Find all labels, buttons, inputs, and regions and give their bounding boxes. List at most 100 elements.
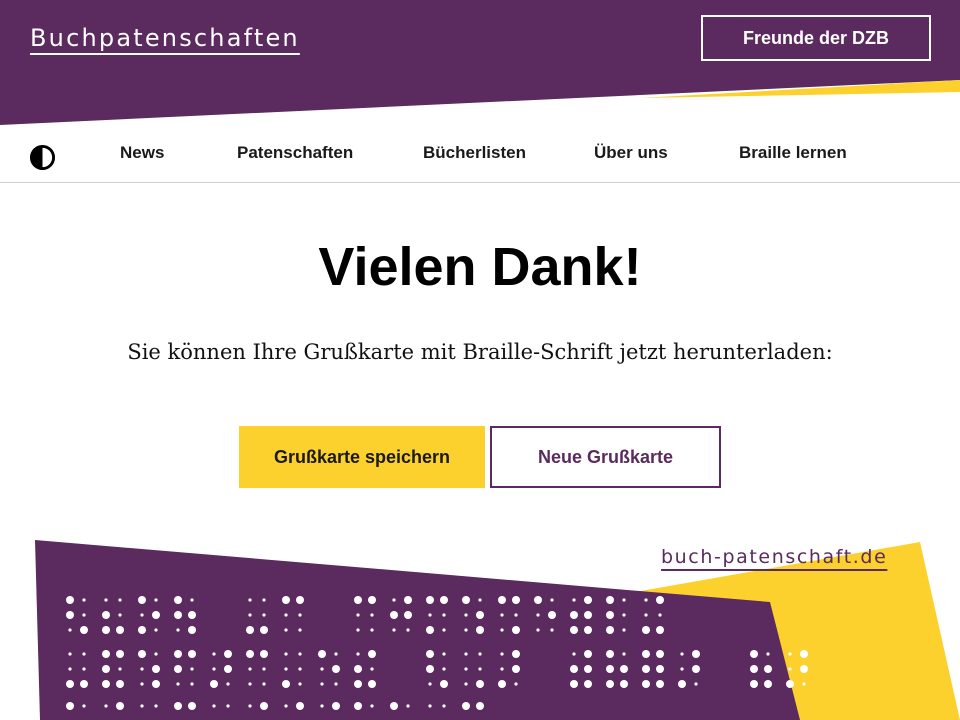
braille-dot-flat xyxy=(284,628,288,632)
braille-dot-flat xyxy=(118,613,122,617)
braille-dot-raised xyxy=(426,650,434,658)
braille-dot-raised xyxy=(318,650,326,658)
braille-dot-raised xyxy=(426,626,434,634)
braille-dot-flat xyxy=(190,682,194,686)
braille-dot-raised xyxy=(606,665,614,673)
braille-dot-raised xyxy=(750,650,758,658)
braille-dot-flat xyxy=(442,667,446,671)
braille-dot-flat xyxy=(622,613,626,617)
braille-dot-raised xyxy=(246,650,254,658)
braille-dot-raised xyxy=(282,596,290,604)
braille-dot-raised xyxy=(750,665,758,673)
braille-dot-flat xyxy=(622,652,626,656)
braille-dot-raised xyxy=(138,596,146,604)
braille-dot-raised xyxy=(800,665,808,673)
braille-dot-flat xyxy=(140,613,144,617)
nav-item-news[interactable]: News xyxy=(120,143,164,163)
braille-dot-raised xyxy=(476,680,484,688)
braille-dot-raised xyxy=(102,650,110,658)
braille-dot-raised xyxy=(570,665,578,673)
braille-dot-flat xyxy=(82,598,86,602)
braille-dot-flat xyxy=(572,652,576,656)
braille-dot-flat xyxy=(406,628,410,632)
card-website-label: buch-patenschaft.de xyxy=(661,546,888,568)
braille-dot-flat xyxy=(284,704,288,708)
braille-dot-raised xyxy=(188,611,196,619)
braille-dot-raised xyxy=(138,650,146,658)
braille-dot-raised xyxy=(174,611,182,619)
save-greeting-card-button[interactable]: Grußkarte speichern xyxy=(239,426,485,488)
braille-dot-raised xyxy=(102,611,110,619)
braille-dot-flat xyxy=(248,667,252,671)
nav-item-braille-lernen[interactable]: Braille lernen xyxy=(739,143,847,163)
braille-dot-raised xyxy=(584,680,592,688)
braille-dot-flat xyxy=(298,682,302,686)
braille-dot-raised xyxy=(354,702,362,710)
braille-dot-flat xyxy=(478,652,482,656)
braille-dot-flat xyxy=(370,628,374,632)
braille-dot-raised xyxy=(656,596,664,604)
braille-dot-raised xyxy=(332,702,340,710)
braille-dot-raised xyxy=(764,665,772,673)
braille-dot-raised xyxy=(368,680,376,688)
braille-dot-raised xyxy=(642,650,650,658)
braille-dot-flat xyxy=(82,704,86,708)
braille-dot-flat xyxy=(262,682,266,686)
braille-dot-raised xyxy=(606,611,614,619)
contrast-toggle-icon[interactable] xyxy=(29,144,56,171)
braille-dot-raised xyxy=(642,665,650,673)
braille-dot-raised xyxy=(152,665,160,673)
braille-dot-flat xyxy=(370,613,374,617)
braille-dot-raised xyxy=(656,665,664,673)
braille-dot-flat xyxy=(428,682,432,686)
braille-dot-flat xyxy=(464,682,468,686)
braille-dot-flat xyxy=(212,704,216,708)
braille-dot-flat xyxy=(298,667,302,671)
braille-dot-flat xyxy=(356,652,360,656)
braille-dot-raised xyxy=(620,665,628,673)
braille-dot-raised xyxy=(498,596,506,604)
main-navigation: News Patenschaften Bücherlisten Über uns… xyxy=(0,125,960,183)
braille-dot-flat xyxy=(644,598,648,602)
greeting-card-preview: buch-patenschaft.de xyxy=(0,530,960,720)
braille-dot-flat xyxy=(500,628,504,632)
braille-dot-flat xyxy=(680,652,684,656)
braille-dot-flat xyxy=(298,652,302,656)
braille-dot-flat xyxy=(442,628,446,632)
braille-dot-raised xyxy=(260,702,268,710)
friends-of-dzb-button[interactable]: Freunde der DZB xyxy=(701,15,931,61)
braille-dot-flat xyxy=(262,667,266,671)
braille-dot-raised xyxy=(476,702,484,710)
nav-item-buecherlisten[interactable]: Bücherlisten xyxy=(423,143,526,163)
braille-dot-flat xyxy=(226,704,230,708)
braille-dot-raised xyxy=(246,626,254,634)
braille-dot-raised xyxy=(620,680,628,688)
braille-dot-flat xyxy=(464,667,468,671)
braille-dot-flat xyxy=(622,598,626,602)
braille-dot-flat xyxy=(788,652,792,656)
new-greeting-card-button[interactable]: Neue Grußkarte xyxy=(490,426,721,488)
braille-dot-raised xyxy=(188,626,196,634)
braille-dot-flat xyxy=(442,704,446,708)
site-logo-link[interactable]: Buchpatenschaften xyxy=(30,24,300,52)
nav-item-ueber-uns[interactable]: Über uns xyxy=(594,143,668,163)
braille-dot-raised xyxy=(296,596,304,604)
nav-item-patenschaften[interactable]: Patenschaften xyxy=(237,143,353,163)
braille-dot-flat xyxy=(536,628,540,632)
braille-dot-flat xyxy=(140,682,144,686)
braille-dot-raised xyxy=(390,611,398,619)
braille-dot-raised xyxy=(174,665,182,673)
braille-dot-flat xyxy=(644,613,648,617)
braille-dot-flat xyxy=(118,598,122,602)
braille-dot-raised xyxy=(390,702,398,710)
braille-dot-raised xyxy=(606,650,614,658)
braille-dot-flat xyxy=(478,667,482,671)
braille-dot-raised xyxy=(512,665,520,673)
braille-dot-flat xyxy=(514,613,518,617)
braille-dot-flat xyxy=(154,628,158,632)
braille-dot-flat xyxy=(248,613,252,617)
braille-dot-raised xyxy=(66,596,74,604)
braille-dot-raised xyxy=(692,665,700,673)
braille-dot-raised xyxy=(116,702,124,710)
braille-dot-flat xyxy=(140,667,144,671)
